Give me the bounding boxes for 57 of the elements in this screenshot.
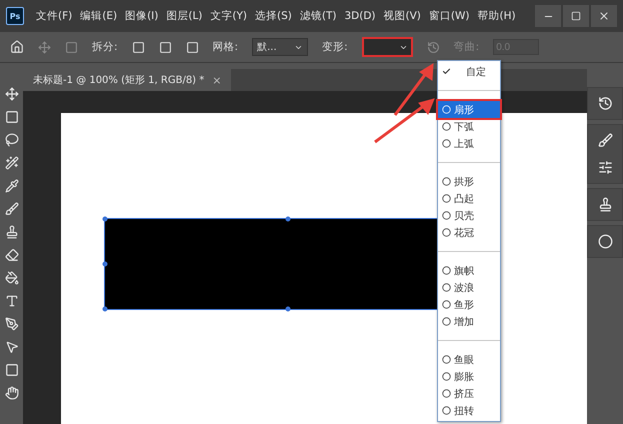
warp-option[interactable]: 挤压 xyxy=(438,385,500,402)
menu-item[interactable]: 帮助(H) xyxy=(476,9,518,23)
warp-option[interactable]: 膨胀 xyxy=(438,368,500,385)
warp-option[interactable]: 自定 xyxy=(438,63,500,80)
menu-item[interactable]: 编辑(E) xyxy=(78,9,120,23)
move-icon[interactable] xyxy=(4,85,18,102)
menu-item[interactable]: 文字(Y) xyxy=(208,9,250,23)
app-logo: Ps xyxy=(6,7,24,25)
warp-option[interactable]: 鱼眼 xyxy=(438,351,500,368)
split-label: 拆分: xyxy=(92,40,118,54)
menu-item[interactable]: 图层(L) xyxy=(164,9,204,23)
eyedropper-icon[interactable] xyxy=(4,177,18,194)
menu-item[interactable]: 滤镜(T) xyxy=(298,9,338,23)
warp-option[interactable]: 波浪 xyxy=(438,279,500,296)
stamp-icon[interactable] xyxy=(4,223,18,240)
close-icon xyxy=(598,10,610,22)
warp-option[interactable]: 扭转 xyxy=(438,402,500,419)
menu-item[interactable]: 图像(I) xyxy=(123,9,160,23)
warp-option[interactable]: 鱼形 xyxy=(438,296,500,313)
document-tab[interactable]: 未标题-1 @ 100% (矩形 1, RGB/8) * × xyxy=(23,69,232,91)
check-icon xyxy=(442,67,451,76)
marquee-icon[interactable] xyxy=(4,108,18,125)
maximize-icon xyxy=(571,11,581,21)
warp-option[interactable]: 增加 xyxy=(438,313,500,330)
lasso-icon[interactable] xyxy=(4,131,18,148)
warp-label: 变形: xyxy=(322,40,348,54)
grid-label: 网格: xyxy=(212,40,238,54)
grid-dropdown[interactable]: 默... xyxy=(252,38,308,56)
close-button[interactable] xyxy=(591,5,617,27)
warp-option[interactable]: 凸起 xyxy=(438,190,500,207)
stamp-icon[interactable] xyxy=(598,197,612,212)
rectangle-icon[interactable] xyxy=(4,361,18,378)
maximize-button[interactable] xyxy=(563,5,589,27)
menu-item[interactable]: 视图(V) xyxy=(382,9,423,23)
home-icon[interactable] xyxy=(10,40,24,54)
bucket-icon[interactable] xyxy=(4,269,18,286)
eraser-icon[interactable] xyxy=(4,246,18,263)
warp-option[interactable]: 贝壳 xyxy=(438,207,500,224)
menu-item[interactable]: 选择(S) xyxy=(253,9,294,23)
hand-icon[interactable] xyxy=(4,384,18,401)
sliders-icon[interactable] xyxy=(598,160,612,175)
wand-icon[interactable] xyxy=(4,154,18,171)
warp-dropdown[interactable] xyxy=(362,37,413,57)
warp-option[interactable]: 上弧 xyxy=(438,135,500,152)
warp-option[interactable]: 下弧 xyxy=(438,118,500,135)
menu-item[interactable]: 窗口(W) xyxy=(426,9,472,23)
brush-icon[interactable] xyxy=(4,200,18,217)
pen-icon[interactable] xyxy=(4,315,18,332)
warp-option[interactable]: 花冠 xyxy=(438,224,500,241)
history-icon[interactable] xyxy=(598,96,612,111)
warp-option[interactable]: 扇形 xyxy=(438,101,500,118)
tab-close[interactable]: × xyxy=(212,74,222,86)
brush-icon[interactable] xyxy=(598,133,612,148)
warp-option[interactable]: 旗帜 xyxy=(438,262,500,279)
warp-option[interactable]: 拱形 xyxy=(438,173,500,190)
menu-item[interactable]: 3D(D) xyxy=(342,10,378,22)
menu-item[interactable]: 文件(F) xyxy=(34,9,74,23)
